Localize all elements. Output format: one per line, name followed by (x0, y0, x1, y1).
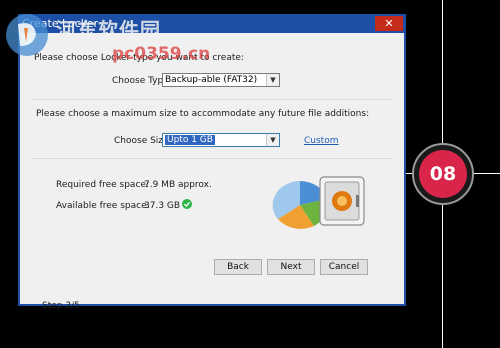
create-locker-window: Create Locker ✕ Please choose Locker typ… (18, 14, 406, 311)
vault-icon (319, 176, 365, 226)
next-button[interactable]: Next (267, 259, 315, 275)
cancel-button[interactable]: Cancel (320, 259, 368, 275)
watermark-site-name: 河东软件园 (56, 18, 161, 42)
guide-line-vertical (442, 0, 443, 143)
guide-line-vertical-lower (442, 205, 443, 348)
close-button[interactable]: ✕ (375, 16, 403, 31)
step-number-badge: 08 (412, 143, 474, 205)
wizard-content: Please choose Locker type you want to cr… (20, 33, 404, 311)
chevron-down-icon[interactable]: ▼ (266, 74, 279, 86)
back-button[interactable]: Back (214, 259, 262, 275)
divider (32, 158, 392, 159)
available-space-label: Available free space: (56, 201, 150, 211)
locker-type-value: Backup-able (FAT32) (165, 75, 258, 85)
custom-size-link[interactable]: Custom (304, 136, 338, 146)
step-indicator: Step 3/5 (42, 301, 80, 311)
locker-size-value: Upto 1 GB (165, 135, 215, 145)
chevron-down-icon[interactable]: ▼ (266, 134, 279, 146)
guide-line-horizontal-right (474, 173, 500, 174)
watermark-url: pc0359.cn (112, 44, 211, 64)
check-icon (182, 199, 192, 209)
step-number: 08 (419, 150, 467, 198)
size-instruction: Please choose a maximum size to accommod… (36, 109, 370, 119)
locker-size-select[interactable]: Upto 1 GB ▼ (162, 133, 280, 147)
locker-type-select[interactable]: Backup-able (FAT32) ▼ (162, 73, 280, 87)
required-space-value: 7.9 MB approx. (144, 180, 212, 190)
close-icon: ✕ (384, 17, 394, 30)
required-space-label: Required free space: (56, 180, 149, 190)
divider (32, 99, 392, 100)
available-space-value: 37.3 GB (144, 201, 181, 211)
watermark-logo-icon (6, 14, 48, 56)
pie-vault-illustration (272, 176, 365, 229)
